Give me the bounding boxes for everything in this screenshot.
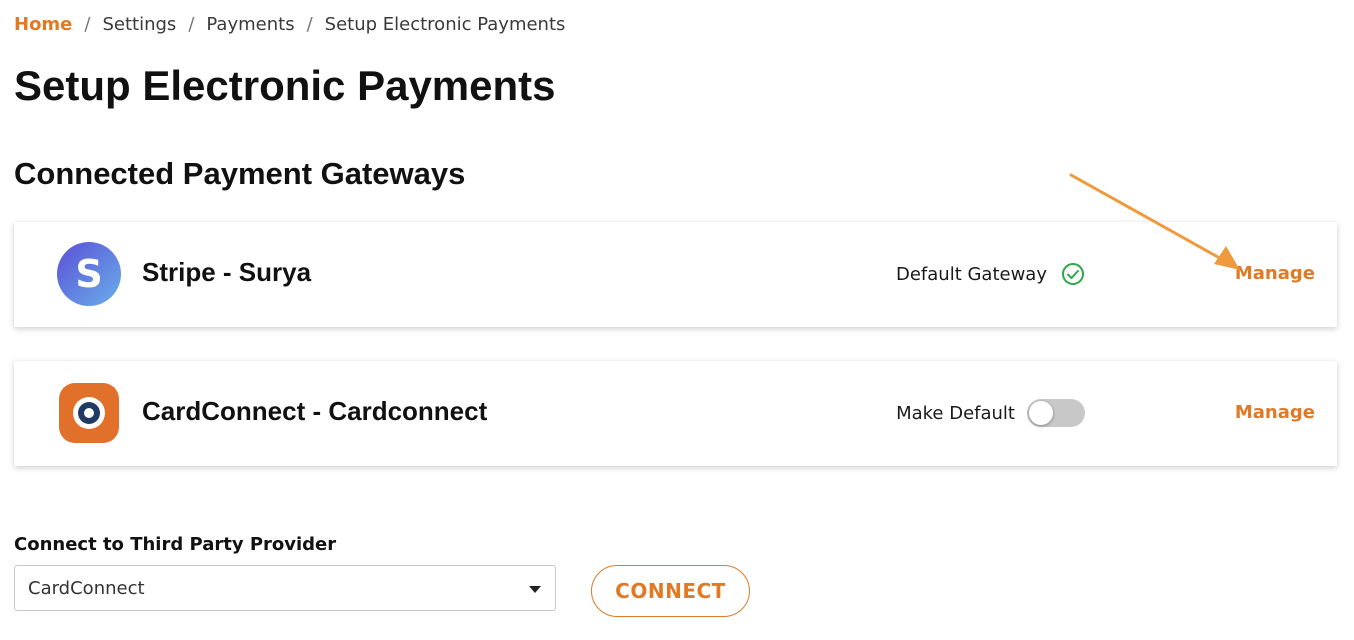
gateway-name: Stripe - Surya [142, 257, 312, 287]
breadcrumb-payments-link[interactable]: Payments [206, 14, 294, 35]
breadcrumb-separator: / [188, 14, 195, 35]
default-gateway-status: Default Gateway [896, 262, 1085, 286]
provider-label: Connect to Third Party Provider [14, 534, 337, 555]
connect-button[interactable]: CONNECT [591, 565, 750, 617]
section-title: Connected Payment Gateways [14, 156, 466, 191]
default-gateway-label: Default Gateway [895, 263, 1047, 285]
page-title: Setup Electronic Payments [14, 62, 556, 109]
toggle-knob [1029, 401, 1053, 425]
breadcrumb-settings-link[interactable]: Settings [102, 14, 176, 35]
breadcrumb-home-link[interactable]: Home [14, 14, 72, 35]
provider-select[interactable]: CardConnect [14, 565, 556, 611]
breadcrumb-current: Setup Electronic Payments [324, 14, 566, 35]
gateway-card-cardconnect: CardConnect - Cardconnect Make Default M… [14, 361, 1337, 466]
breadcrumb-separator: / [84, 14, 91, 35]
cardconnect-logo-icon [59, 383, 119, 443]
svg-text:S: S [75, 252, 102, 296]
breadcrumb-separator: / [306, 14, 313, 35]
breadcrumb: Home / Settings / Payments / Setup Elect… [14, 14, 565, 35]
annotation-arrow-icon [1069, 173, 1240, 270]
chevron-down-icon [529, 586, 541, 593]
provider-select-value: CardConnect [28, 578, 145, 599]
make-default-control: Make Default [896, 399, 1085, 427]
make-default-label: Make Default [896, 402, 1015, 424]
manage-cardconnect-link[interactable]: Manage [1235, 402, 1315, 423]
make-default-toggle[interactable] [1027, 399, 1085, 427]
gateway-name: CardConnect - Cardconnect [142, 396, 488, 426]
stripe-logo-icon: S [57, 242, 121, 306]
